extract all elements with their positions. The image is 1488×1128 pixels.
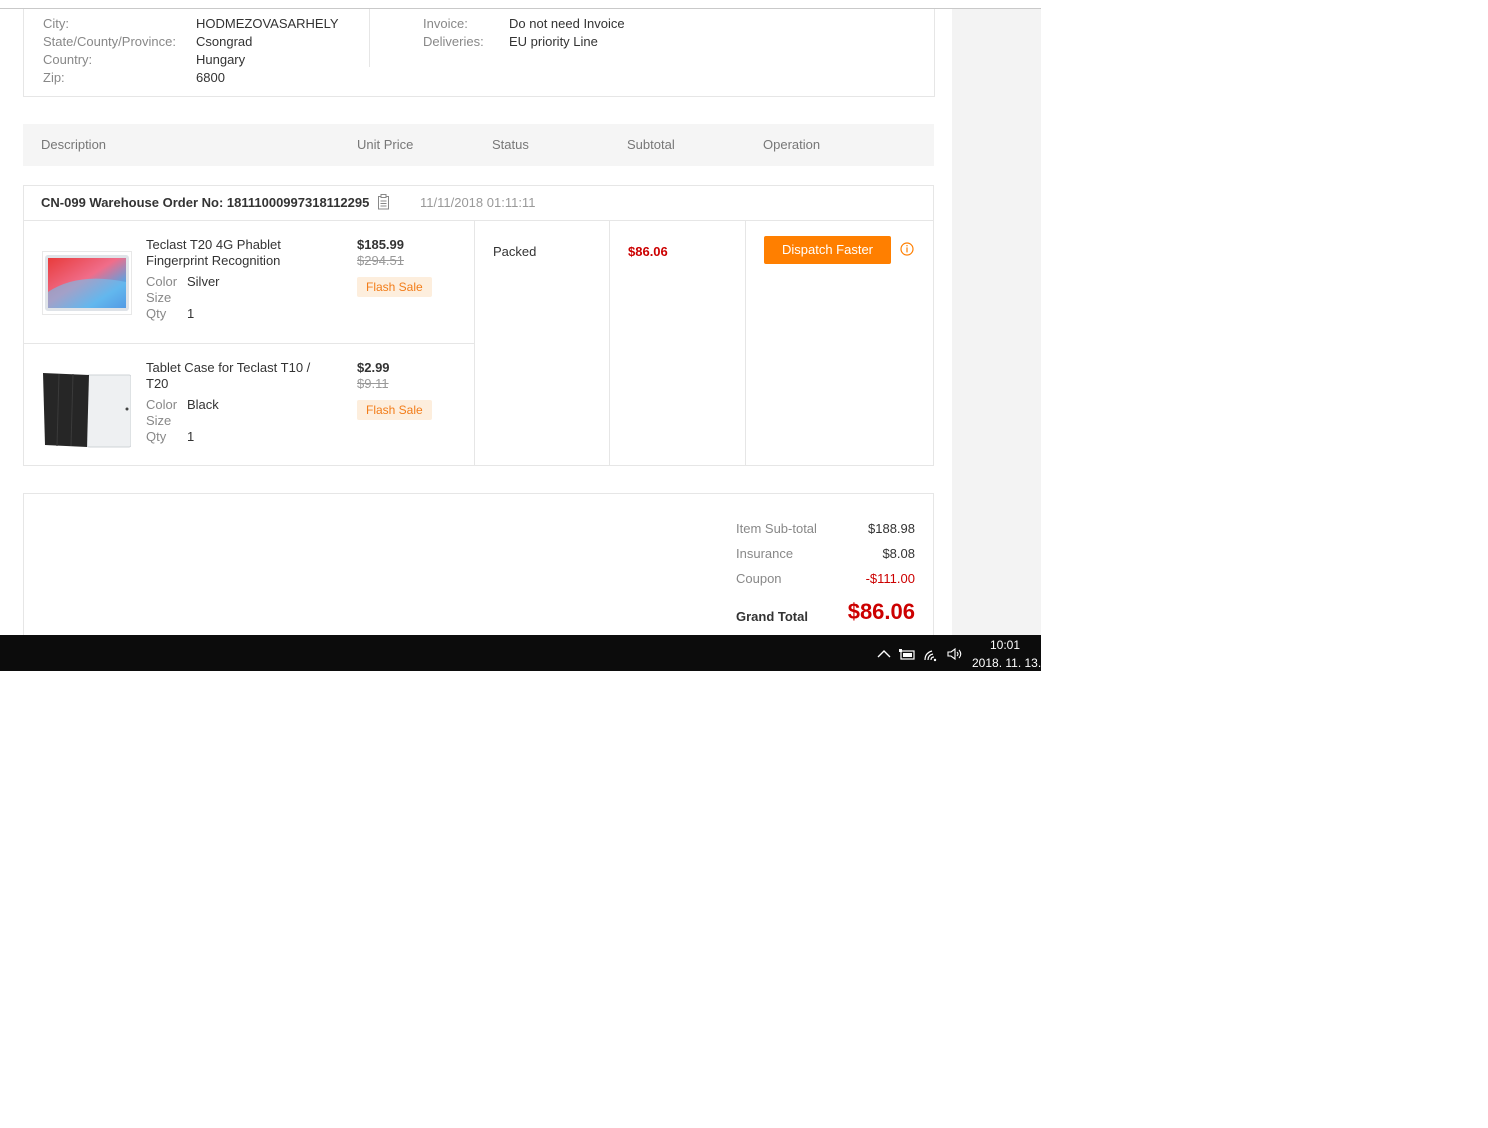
color-value: Silver xyxy=(187,274,220,289)
original-price: $294.51 xyxy=(357,253,404,268)
address-divider xyxy=(369,9,370,67)
header-unit-price: Unit Price xyxy=(357,137,414,152)
invoice-value: Do not need Invoice xyxy=(509,16,625,31)
wifi-icon[interactable] xyxy=(922,645,940,663)
qty-value: 1 xyxy=(187,429,195,444)
invoice-label: Invoice: xyxy=(423,16,468,31)
color-label: Color xyxy=(146,274,178,289)
deliveries-value: EU priority Line xyxy=(509,34,598,49)
dispatch-faster-button[interactable]: Dispatch Faster xyxy=(764,236,891,264)
item-subtotal-value: $188.98 xyxy=(868,521,915,536)
page-side-gutter xyxy=(952,9,1041,635)
header-status: Status xyxy=(492,137,529,152)
clock-date[interactable]: 2018. 11. 13. xyxy=(972,656,1041,670)
order-number: CN-099 Warehouse Order No: 1811100099731… xyxy=(41,195,370,210)
order-date: 11/11/2018 01:11:11 xyxy=(420,195,536,210)
column-divider xyxy=(474,221,475,465)
coupon-value: -$111.00 xyxy=(865,571,915,586)
city-label: City: xyxy=(43,16,69,31)
qty-value: 1 xyxy=(187,306,195,321)
size-label: Size xyxy=(146,413,172,428)
coupon-label: Coupon xyxy=(736,571,782,586)
item-title[interactable]: Teclast T20 4G Phablet Fingerprint Recog… xyxy=(146,237,321,269)
qty-label: Qty xyxy=(146,429,167,444)
country-value: Hungary xyxy=(196,52,246,67)
windows-taskbar: 10:01 2018. 11. 13. xyxy=(0,635,1041,671)
zip-label: Zip: xyxy=(43,70,65,85)
item-divider xyxy=(24,343,474,344)
country-label: Country: xyxy=(43,52,93,67)
column-divider xyxy=(745,221,746,465)
insurance-label: Insurance xyxy=(736,546,794,561)
original-price: $9.11 xyxy=(357,376,389,391)
shipping-info-box: City: HODMEZOVASARHELY State/County/Prov… xyxy=(23,9,935,97)
battery-icon[interactable] xyxy=(898,645,916,663)
order-status: Packed xyxy=(493,244,537,259)
item-subtotal-label: Item Sub-total xyxy=(736,521,817,536)
unit-price: $185.99 xyxy=(357,237,404,252)
product-thumbnail-case[interactable] xyxy=(42,373,132,448)
clock-time[interactable]: 10:01 xyxy=(990,638,1020,652)
header-description: Description xyxy=(41,137,107,152)
chevron-up-icon[interactable] xyxy=(875,645,893,663)
unit-price: $2.99 xyxy=(357,360,390,375)
city-value: HODMEZOVASARHELY xyxy=(196,16,339,31)
header-subtotal: Subtotal xyxy=(627,137,675,152)
copy-icon[interactable] xyxy=(377,194,390,210)
volume-icon[interactable] xyxy=(946,645,964,663)
state-value: Csongrad xyxy=(196,34,253,49)
order-header: CN-099 Warehouse Order No: 1811100099731… xyxy=(24,186,933,221)
zip-value: 6800 xyxy=(196,70,225,85)
deliveries-label: Deliveries: xyxy=(423,34,484,49)
insurance-value: $8.08 xyxy=(882,546,915,561)
product-thumbnail-tablet[interactable] xyxy=(42,251,132,315)
color-value: Black xyxy=(187,397,219,412)
flash-sale-badge: Flash Sale xyxy=(357,277,432,297)
size-label: Size xyxy=(146,290,172,305)
grand-total-value: $86.06 xyxy=(847,599,915,624)
order-subtotal: $86.06 xyxy=(628,244,668,259)
screen: City: HODMEZOVASARHELY State/County/Prov… xyxy=(0,0,1041,671)
grand-total-label: Grand Total xyxy=(736,609,808,624)
order-totals: Item Sub-total $188.98 Insurance $8.08 C… xyxy=(23,493,934,635)
header-operation: Operation xyxy=(763,137,821,152)
flash-sale-badge: Flash Sale xyxy=(357,400,432,420)
info-icon[interactable] xyxy=(900,242,914,256)
order-package: CN-099 Warehouse Order No: 1811100099731… xyxy=(23,185,934,466)
color-label: Color xyxy=(146,397,178,412)
order-table-header: Description Unit Price Status Subtotal O… xyxy=(23,124,934,166)
qty-label: Qty xyxy=(146,306,167,321)
page-viewport: City: HODMEZOVASARHELY State/County/Prov… xyxy=(5,9,952,635)
column-divider xyxy=(609,221,610,465)
item-title[interactable]: Tablet Case for Teclast T10 / T20 xyxy=(146,360,321,392)
state-label: State/County/Province: xyxy=(43,34,176,49)
